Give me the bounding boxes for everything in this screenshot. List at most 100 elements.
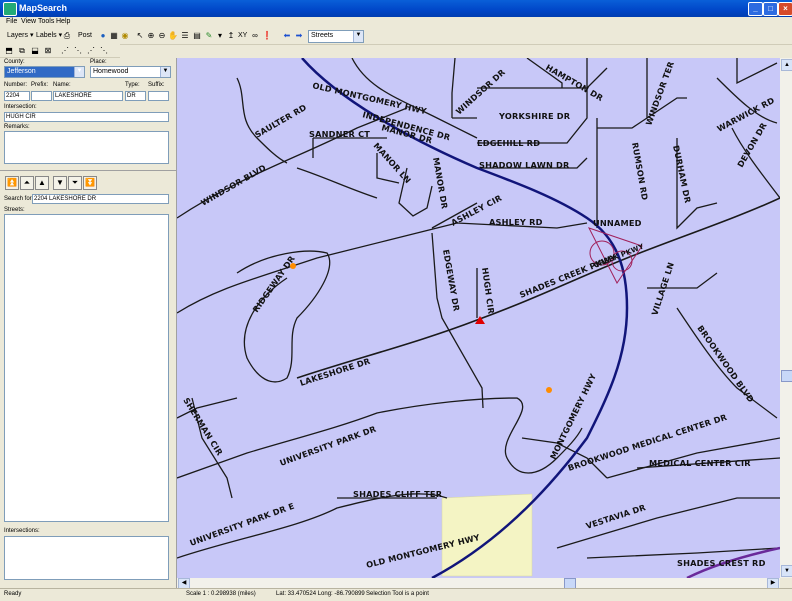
app-icon (3, 2, 17, 16)
main-toolbar: Layers ▾ Labels ▾ ⎙ Post ● ▦ ◉ ↖ ⊕ ⊖ ✋ ☰… (0, 29, 792, 45)
layer-icon[interactable]: ▤ (192, 31, 202, 41)
node-icon-1[interactable]: ⋰ (60, 46, 70, 56)
label-unnamed: UNNAMED (593, 218, 642, 228)
place-select[interactable]: Homewood ▼ (90, 66, 171, 78)
move-down-icon[interactable]: ⏷ (68, 176, 82, 190)
suffix-field[interactable] (148, 91, 169, 101)
menu-help[interactable]: Help (56, 18, 70, 25)
maximize-button[interactable]: □ (763, 2, 778, 16)
secondary-toolbar: ⬒ ⧉ ⬓ ⊠ ⋰ ⋱ ⋰ ⋱ (0, 44, 120, 58)
info-icon[interactable]: ❗ (262, 31, 272, 41)
prefix-label: Prefix: (31, 82, 49, 88)
chevron-down-icon: ▼ (74, 67, 84, 77)
window-title: MapSearch (19, 3, 68, 13)
remarks-field[interactable] (4, 131, 169, 164)
copy-icon[interactable]: ⧉ (17, 46, 27, 56)
paste-icon[interactable]: ⬓ (30, 46, 40, 56)
county-select[interactable]: Jefferson ▼ (4, 66, 85, 78)
label-shades-cliff-ter: SHADES CLIFF TER (353, 489, 443, 499)
move-up-icon[interactable]: ⏶ (20, 176, 34, 190)
label-ashley-rd: ASHLEY RD (489, 217, 543, 227)
intersection-label: Intersection: (4, 104, 37, 110)
scroll-up-icon[interactable]: ▲ (781, 59, 792, 71)
number-label: Number: (4, 82, 28, 88)
print-icon[interactable]: ⎙ (62, 31, 72, 41)
forward-arrow-icon[interactable]: ➡ (294, 31, 304, 41)
streets-list[interactable] (4, 214, 169, 522)
pan-icon[interactable]: ✋ (168, 31, 178, 41)
place-label: Place: (90, 59, 107, 65)
edit-icon[interactable]: ✎ (204, 31, 214, 41)
status-bar: Ready Scale 1 : 0.298938 (miles) Lat: 33… (0, 588, 792, 601)
scroll-down-icon[interactable]: ▼ (781, 565, 792, 577)
post-button[interactable]: Post (78, 30, 92, 42)
menu-view[interactable]: View (21, 18, 36, 25)
type-field[interactable]: DR (125, 91, 146, 101)
node-icon-3[interactable]: ⋰ (86, 46, 96, 56)
table-icon[interactable]: ▦ (109, 31, 119, 41)
status-tool: Selection Tool is a point (366, 591, 429, 597)
move-bottom-icon[interactable]: ⏬ (83, 176, 97, 190)
label-edgehill-rd: EDGEHILL RD (477, 138, 540, 148)
move-up-page-icon[interactable]: ▲ (35, 176, 49, 190)
search-for-label: Search for: (4, 196, 34, 202)
node-icon-4[interactable]: ⋱ (99, 46, 109, 56)
zoom-out-icon[interactable]: ⊖ (157, 31, 167, 41)
back-arrow-icon[interactable]: ⬅ (282, 31, 292, 41)
streets-label: Streets: (4, 207, 25, 213)
status-ready: Ready (4, 591, 22, 597)
label-yorkshire-dr: YORKSHIRE DR (498, 111, 571, 121)
county-label: County: (4, 59, 25, 65)
label-medical-center-cir: MEDICAL CENTER CIR (649, 458, 751, 468)
number-field[interactable]: 2204 (4, 91, 30, 101)
menu-file[interactable]: File (6, 18, 17, 25)
search-panel: County: Jefferson ▼ Place: Homewood ▼ Nu… (0, 58, 177, 588)
status-scale: Scale 1 : 0.298938 (miles) (186, 591, 256, 597)
close-button[interactable]: × (778, 2, 792, 16)
minimize-button[interactable]: _ (748, 2, 763, 16)
map-view[interactable]: OLD MONTGOMERY HWY INDEPENDENCE DR MANOR… (177, 58, 780, 578)
type-label: Type: (125, 82, 140, 88)
chevron-down-icon: ▼ (353, 31, 363, 42)
label-shades-crest-rd: SHADES CREST RD (677, 558, 766, 568)
zoom-in-icon[interactable]: ⊕ (146, 31, 156, 41)
save-icon[interactable]: ⬒ (4, 46, 14, 56)
name-label: Name: (53, 82, 71, 88)
xy-button[interactable]: XY (238, 30, 247, 42)
labels-button[interactable]: Labels ▾ (36, 30, 62, 42)
measure-icon[interactable]: ↥ (226, 31, 236, 41)
suffix-label: Suffix: (148, 82, 165, 88)
node-icon-2[interactable]: ⋱ (73, 46, 83, 56)
map-canvas[interactable]: OLD MONTGOMERY HWY INDEPENDENCE DR MANOR… (177, 58, 780, 578)
move-top-icon[interactable]: ⏫ (5, 176, 19, 190)
intersection-field[interactable]: HUGH CIR (4, 112, 169, 122)
name-field[interactable]: LAKESHORE (53, 91, 123, 101)
layers-button[interactable]: Layers ▾ (7, 30, 33, 42)
intersections-list[interactable] (4, 536, 169, 580)
scroll-thumb[interactable] (781, 370, 792, 382)
select-arrow-icon[interactable]: ↖ (135, 31, 145, 41)
find-icon[interactable]: ◉ (120, 31, 130, 41)
status-coords: Lat: 33.470524 Long: -86.790899 (276, 591, 365, 597)
vertical-scrollbar[interactable]: ▲ ▼ (780, 58, 792, 578)
prefix-field[interactable] (31, 91, 52, 101)
label-shadow-lawn-dr: SHADOW LAWN DR (479, 160, 570, 170)
menu-tools[interactable]: Tools (38, 18, 54, 25)
clear-icon[interactable]: ⊠ (43, 46, 53, 56)
chevron-down-icon: ▼ (160, 67, 170, 77)
layer-select[interactable]: Streets ▼ (308, 30, 364, 43)
list-icon[interactable]: ☰ (180, 31, 190, 41)
address-point-marker[interactable] (546, 387, 552, 393)
dropdown-arrow-icon[interactable]: ▾ (215, 31, 225, 41)
title-bar: MapSearch _ □ × (0, 0, 792, 17)
menu-bar: File View Tools Help (0, 17, 792, 28)
label-sandner-ct: SANDNER CT (309, 129, 370, 139)
move-down-page-icon[interactable]: ▼ (53, 176, 67, 190)
binoculars-icon[interactable]: ∞ (250, 31, 260, 41)
search-for-field[interactable]: 2204 LAKESHORE DR (32, 194, 169, 204)
remarks-label: Remarks: (4, 124, 30, 130)
divider (0, 170, 176, 171)
horizontal-scrollbar[interactable]: ◀ ▶ (177, 578, 780, 589)
globe-icon[interactable]: ● (98, 31, 108, 41)
intersections-label: Intersections: (4, 528, 40, 534)
